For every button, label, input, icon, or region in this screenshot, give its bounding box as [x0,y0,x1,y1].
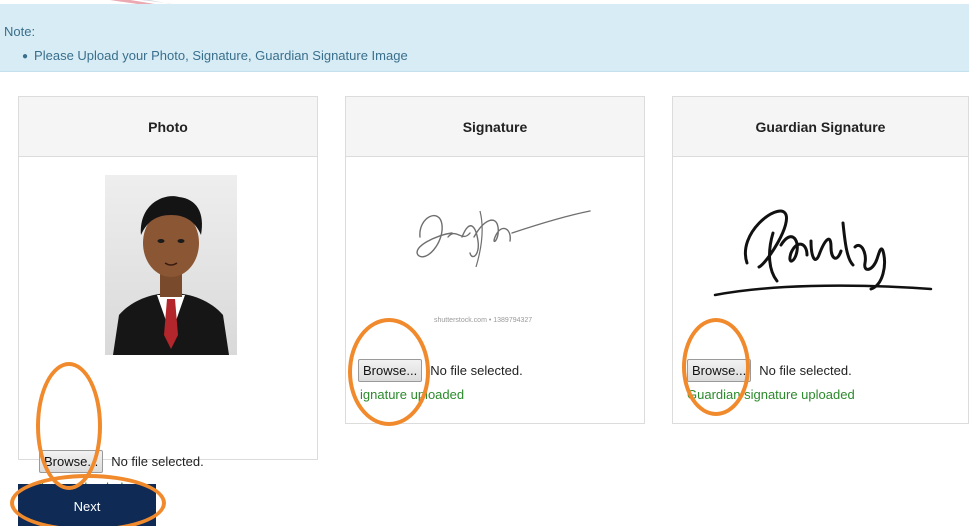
guardian-signature-file-row: Browse... No file selected. [687,359,852,382]
photo-file-row: Browse... No file selected. [39,450,204,473]
signature-preview-image [416,210,591,268]
photo-preview-image [105,175,237,355]
signature-file-status: No file selected. [430,363,523,378]
note-box: Note: ● Please Upload your Photo, Signatu… [0,4,969,72]
guardian-signature-file-status: No file selected. [759,363,852,378]
photo-browse-button[interactable]: Browse... [39,450,104,473]
guardian-signature-preview-image [713,209,933,297]
note-item: ● Please Upload your Photo, Signature, Gu… [22,48,408,63]
guardian-signature-uploaded-text: Guardian signature uploaded [687,387,855,402]
signature-browse-button[interactable]: Browse... [358,359,423,382]
signature-watermark-text: shutterstock.com • 1389794327 [434,317,533,324]
photo-file-status: No file selected. [111,454,204,469]
signature-card-body: shutterstock.com • 1389794327 Browse... … [346,157,644,424]
guardian-signature-card-body: Browse... No file selected. Guardian sig… [673,157,968,424]
signature-card-header: Signature [346,97,644,157]
guardian-signature-upload-card: Guardian Signature Browse... No file sel… [672,96,969,424]
guardian-signature-browse-button[interactable]: Browse... [687,359,752,382]
next-button[interactable]: Next [18,484,156,526]
photo-card-body: Browse... No file selected. hoto uploade… [19,157,317,495]
signature-uploaded-text: ignature uploaded [360,387,465,402]
signature-upload-card: Signature shutterstock.com • 1389794327 … [345,96,645,424]
guardian-signature-card-header: Guardian Signature [673,97,968,157]
bullet-icon: ● [22,51,29,62]
note-item-text: Please Upload your Photo, Signature, Gua… [34,48,408,63]
note-title: Note: [4,24,36,39]
photo-upload-card: Photo Browse... No file selected. [18,96,318,495]
photo-card-header: Photo [19,97,317,157]
signature-file-row: Browse... No file selected. [358,359,523,382]
